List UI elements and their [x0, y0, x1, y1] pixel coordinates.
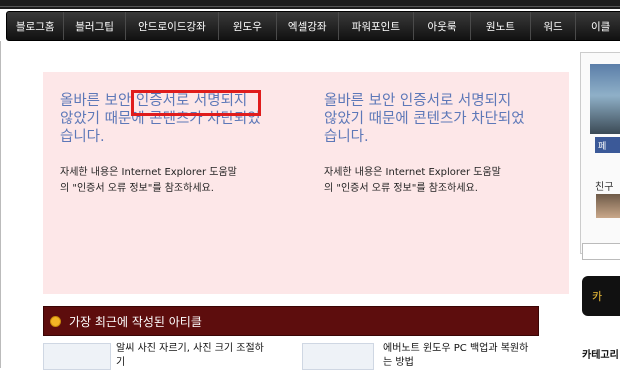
article-title-line: 에버노트 윈도우 PC 백업과 복원하: [383, 343, 529, 354]
sidebar-search-input[interactable]: [582, 243, 620, 260]
certificate-error-panel: 올바른 보안 인증서로 서명되지 않았기 때문에 콘텐츠가 차단되었 습니다. …: [43, 72, 569, 294]
cert-error-body-line: 의 "인증서 오류 정보"를 참조하세요.: [324, 183, 478, 194]
friend-avatar[interactable]: [596, 194, 620, 218]
category-heading: 카테고리: [582, 350, 619, 361]
category-nav-bar: 블로그홈 블러그팁 안드로이드강좌 윈도우 엑셀강좌 파워포인트 아웃룩 원노트…: [6, 11, 620, 41]
nav-item-powerpoint[interactable]: 파워포인트: [339, 12, 414, 40]
cert-error-heading-line: 습니다.: [60, 129, 105, 145]
article-thumbnail[interactable]: [302, 343, 374, 370]
highlight-box: [131, 90, 261, 116]
facebook-button[interactable]: 페: [595, 137, 620, 153]
nav-item-android[interactable]: 안드로이드강좌: [126, 12, 220, 40]
nav-item-outlook[interactable]: 아웃룩: [414, 12, 472, 40]
sidebar-banner[interactable]: 카: [582, 276, 620, 316]
cert-error-heading-line: 습니다.: [324, 129, 369, 145]
recent-articles-header: 가장 최근에 작성된 아티클: [43, 306, 539, 336]
cert-error-heading: 올바른 보안 인증서로 서명되지 않았기 때문에 콘텐츠가 차단되었 습니다.: [324, 92, 554, 146]
content-left-border: [0, 41, 1, 368]
article-title-line: 알씨 사진 자르기, 사진 크기 조절하: [116, 343, 264, 354]
cert-error-body: 자세한 내용은 Internet Explorer 도움말 의 "인증서 오류 …: [324, 165, 554, 197]
cert-error-heading-line: 않았기 때문에 콘텐츠가 차단되었: [324, 111, 525, 127]
bullet-icon: [50, 315, 61, 327]
facebook-button-label: 페: [598, 141, 607, 152]
nav-item-blog-home[interactable]: 블로그홈: [7, 12, 65, 40]
article-link[interactable]: 에버노트 윈도우 PC 백업과 복원하 는 방법: [383, 342, 528, 370]
nav-item-blog-tips[interactable]: 블러그팁: [64, 12, 126, 40]
nav-item-word[interactable]: 워드: [531, 12, 577, 40]
nav-item-onenote[interactable]: 원노트: [471, 12, 531, 40]
sidebar-banner-label: 카: [592, 290, 603, 303]
article-link[interactable]: 알씨 사진 자르기, 사진 크기 조절하 기: [116, 342, 264, 370]
browser-top-strip: [0, 0, 620, 9]
nav-item-more[interactable]: 이클: [576, 12, 620, 40]
recent-articles-title: 가장 최근에 작성된 아티클: [69, 314, 202, 329]
article-thumbnail[interactable]: [43, 343, 111, 370]
nav-item-excel[interactable]: 엑셀강좌: [277, 12, 339, 40]
cert-error-body-line: 자세한 내용은 Internet Explorer 도움말: [324, 167, 501, 178]
cert-error-body: 자세한 내용은 Internet Explorer 도움말 의 "인증서 오류 …: [60, 165, 290, 197]
cert-error-body-line: 의 "인증서 오류 정보"를 참조하세요.: [60, 183, 214, 194]
profile-cover-image: [590, 64, 620, 134]
cert-error-body-line: 자세한 내용은 Internet Explorer 도움말: [60, 167, 237, 178]
cert-error-heading-line: 올바른 보안 인증서로 서명되지: [324, 93, 512, 109]
cert-error-block-right: 올바른 보안 인증서로 서명되지 않았기 때문에 콘텐츠가 차단되었 습니다. …: [324, 92, 554, 197]
nav-item-windows[interactable]: 윈도우: [219, 12, 277, 40]
friends-label: 친구: [595, 182, 614, 193]
